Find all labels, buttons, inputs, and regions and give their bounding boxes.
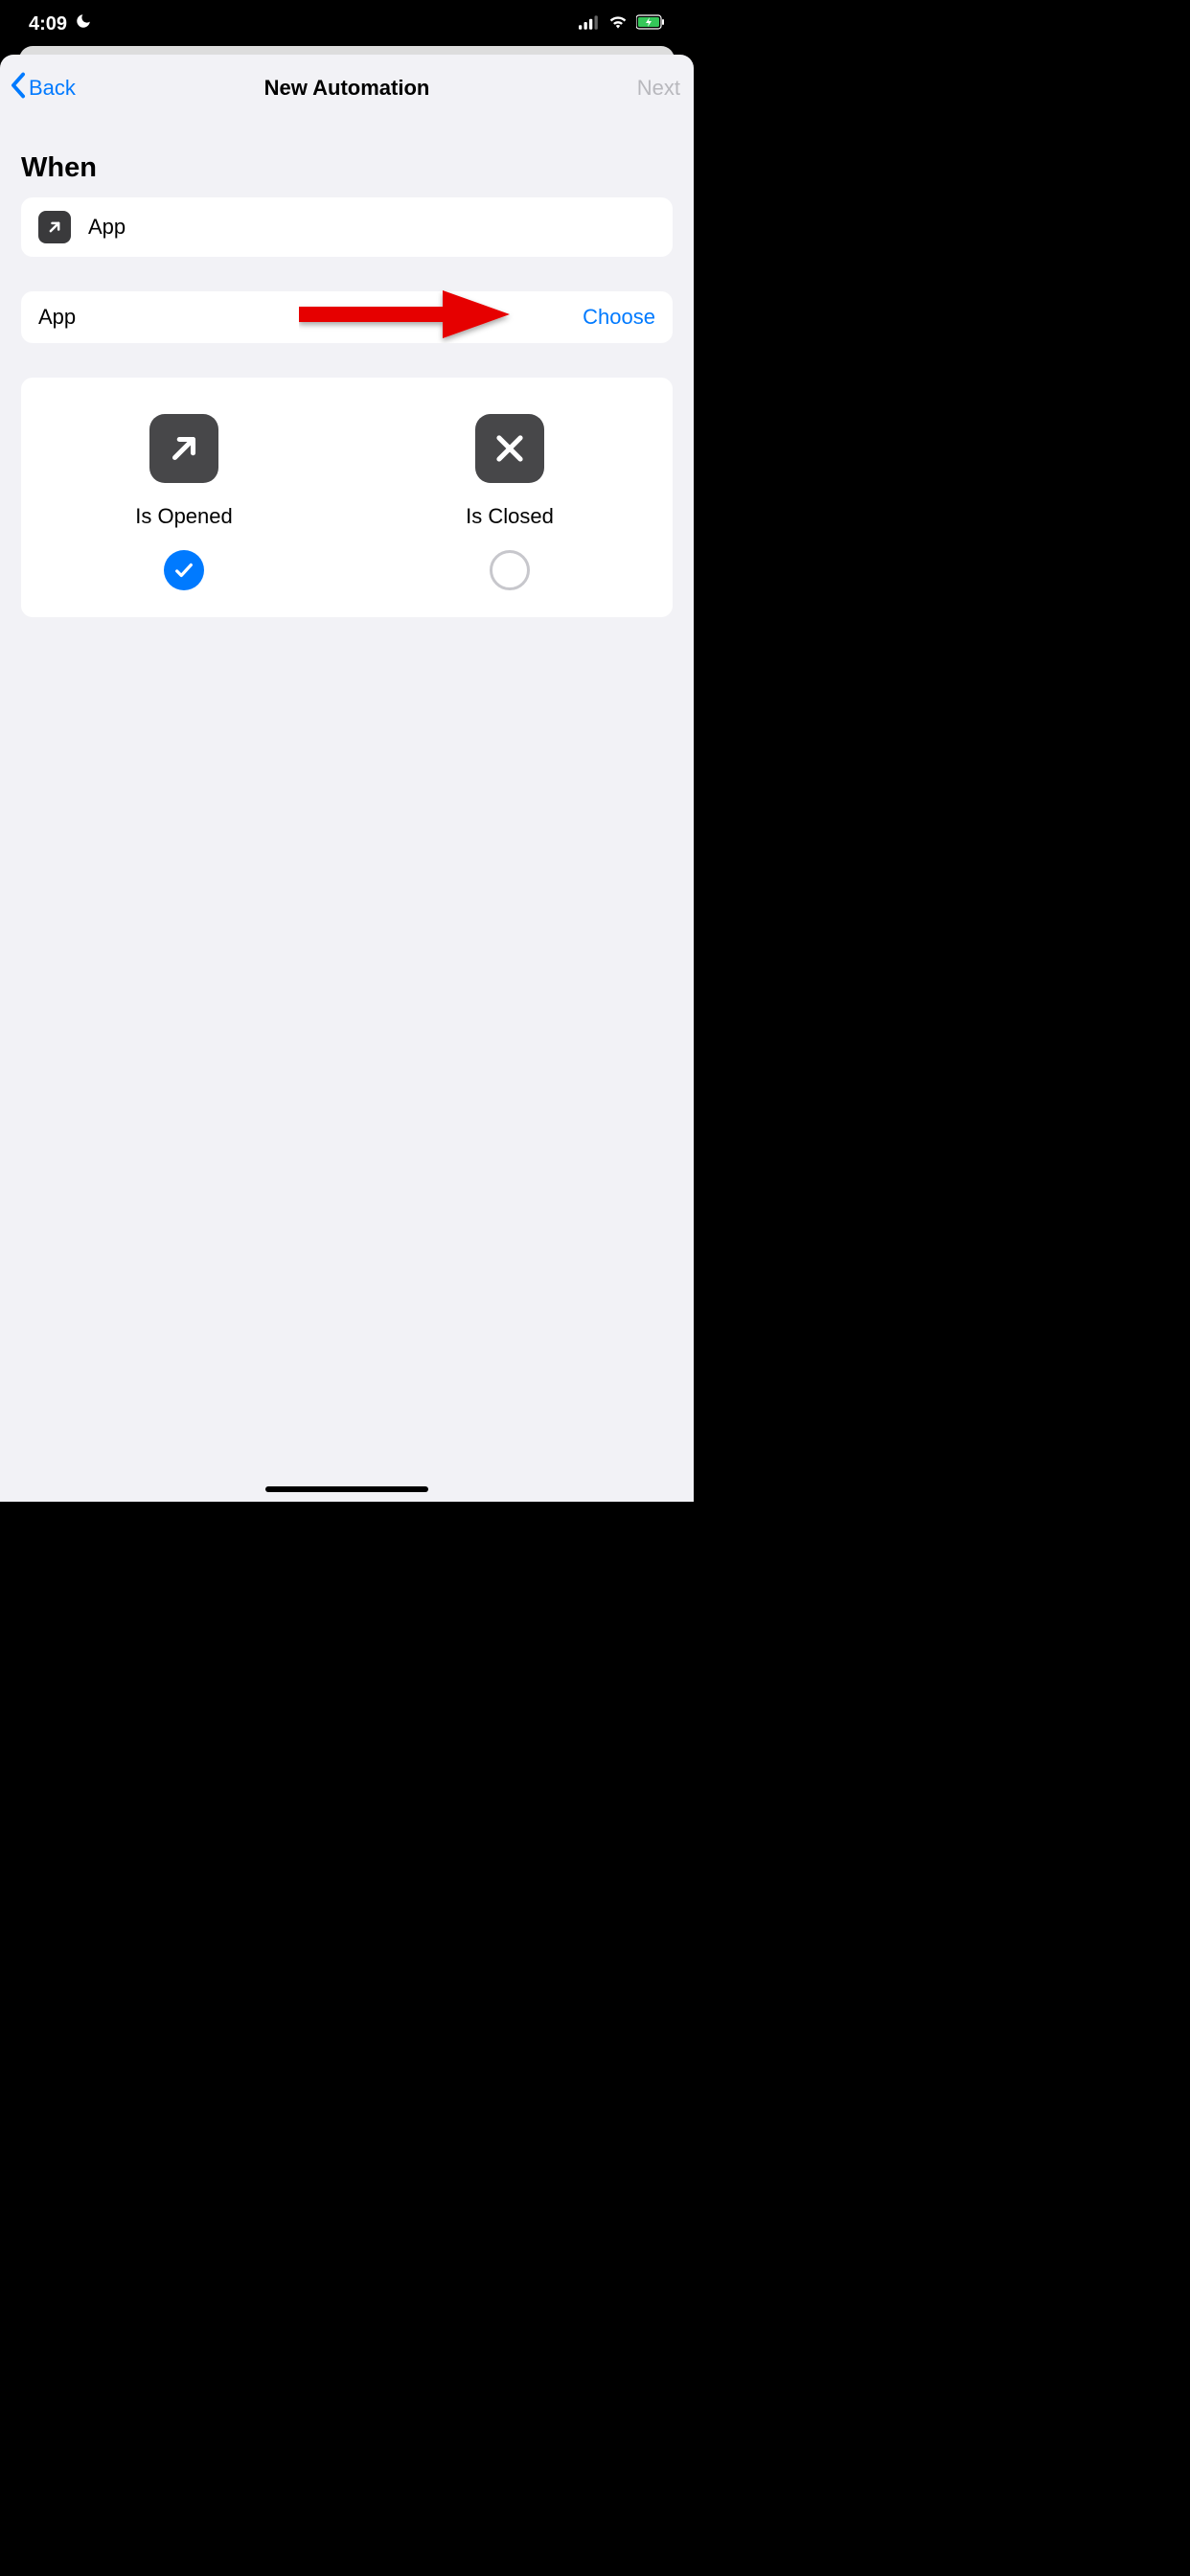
next-button: Next	[637, 76, 680, 101]
is-opened-option[interactable]: Is Opened	[21, 414, 347, 590]
app-launch-icon	[38, 211, 71, 243]
status-bar: 4:09	[0, 0, 694, 48]
app-selection-card: App Choose	[21, 291, 673, 343]
page-title: New Automation	[0, 76, 694, 101]
closed-checkmark[interactable]	[490, 550, 530, 590]
closed-label: Is Closed	[466, 504, 554, 529]
app-trigger-row[interactable]: App	[21, 197, 673, 257]
choose-app-row[interactable]: App Choose	[21, 291, 673, 343]
trigger-summary-card: App	[21, 197, 673, 257]
content-area: When App App Choose	[0, 152, 694, 617]
navigation-bar: Back New Automation Next	[0, 72, 694, 122]
open-close-options-card: Is Opened Is Closed	[21, 378, 673, 617]
is-closed-option[interactable]: Is Closed	[347, 414, 673, 590]
app-trigger-label: App	[88, 215, 655, 240]
back-label: Back	[29, 76, 76, 101]
wifi-icon	[607, 14, 629, 34]
opened-icon	[149, 414, 218, 483]
opened-label: Is Opened	[135, 504, 233, 529]
status-time: 4:09	[29, 13, 67, 35]
cellular-signal-icon	[579, 14, 600, 34]
when-section-header: When	[21, 152, 673, 184]
home-indicator[interactable]	[265, 1486, 428, 1492]
status-indicators	[579, 14, 665, 34]
battery-charging-icon	[636, 14, 665, 34]
choose-app-label: App	[38, 305, 583, 330]
chevron-left-icon	[10, 72, 27, 104]
choose-button[interactable]: Choose	[583, 305, 655, 330]
status-time-group: 4:09	[29, 12, 92, 35]
closed-icon	[475, 414, 544, 483]
moon-icon	[75, 12, 92, 35]
back-button[interactable]: Back	[10, 72, 76, 104]
opened-checkmark[interactable]	[164, 550, 204, 590]
modal-sheet: Back New Automation Next When App App Ch…	[0, 55, 694, 1502]
